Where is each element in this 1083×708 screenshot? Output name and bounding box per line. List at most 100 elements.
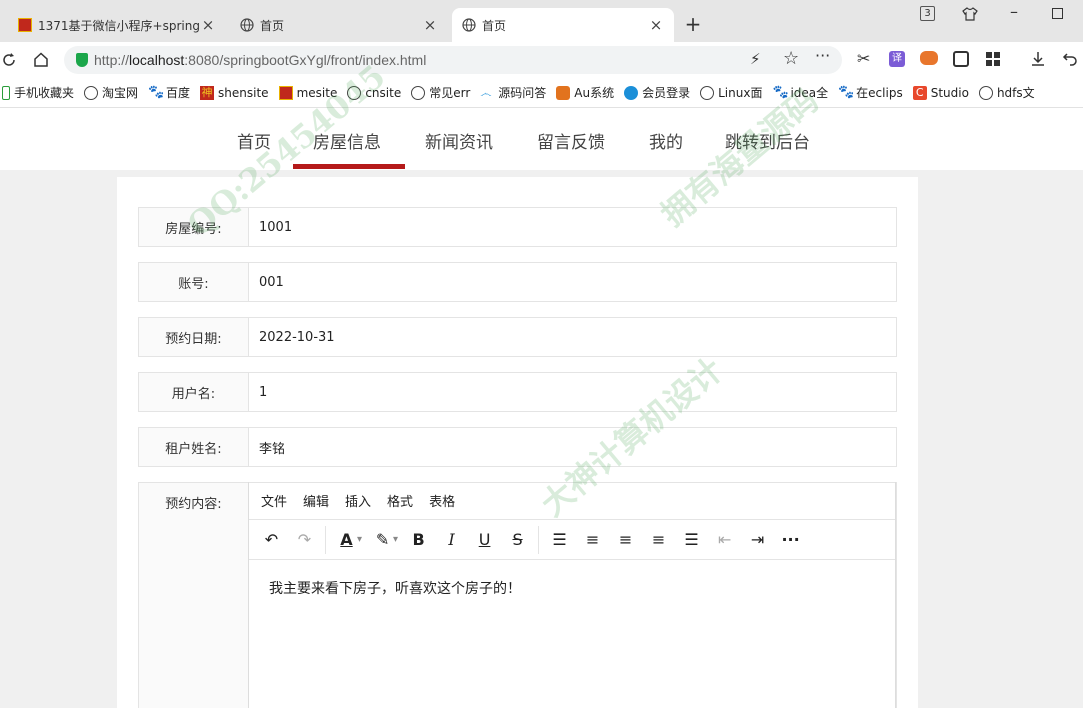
bookmark-label: 源码问答 bbox=[498, 86, 547, 100]
favicon-icon bbox=[18, 18, 32, 32]
field-value[interactable]: 2022-10-31 bbox=[259, 318, 335, 356]
url-path: :8080/springbootGxYgl/front/index.html bbox=[184, 52, 427, 68]
globe-icon bbox=[700, 85, 715, 100]
field-value[interactable]: 1 bbox=[259, 373, 267, 411]
field-value[interactable]: 李铭 bbox=[259, 428, 285, 466]
nav-item-feedback[interactable]: 留言反馈 bbox=[537, 128, 605, 153]
browser-tab-2[interactable]: 首页 × bbox=[230, 8, 448, 42]
close-icon[interactable]: × bbox=[422, 16, 438, 34]
toolbar-divider bbox=[325, 525, 326, 554]
bookmark-item[interactable]: 神 shensite bbox=[200, 85, 269, 100]
home-icon[interactable] bbox=[33, 52, 49, 67]
bookmark-item[interactable]: Au系统 bbox=[556, 84, 614, 101]
nav-item-house-info[interactable]: 房屋信息 bbox=[313, 128, 381, 153]
italic-icon[interactable]: I bbox=[435, 525, 468, 555]
minimize-icon[interactable]: – bbox=[1010, 2, 1018, 21]
toolbar-divider bbox=[538, 525, 540, 554]
swirl-icon: ෴ bbox=[480, 85, 492, 100]
outdent-icon[interactable]: ⇤ bbox=[708, 525, 741, 555]
strikethrough-icon[interactable]: S bbox=[501, 525, 534, 555]
align-right-icon[interactable]: ≡ bbox=[642, 525, 675, 555]
redo-icon[interactable]: ↷ bbox=[288, 525, 321, 555]
globe-icon bbox=[978, 85, 993, 100]
menu-insert[interactable]: 插入 bbox=[345, 491, 371, 510]
menu-table[interactable]: 表格 bbox=[429, 491, 455, 510]
field-label: 房屋编号: bbox=[139, 208, 249, 246]
bookmark-item[interactable]: 会员登录 bbox=[624, 84, 690, 101]
chevron-down-icon[interactable]: ▾ bbox=[357, 534, 362, 545]
more-icon[interactable]: ··· bbox=[815, 46, 830, 65]
nav-item-admin[interactable]: 跳转到后台 bbox=[725, 128, 810, 153]
more-icon[interactable]: ··· bbox=[774, 525, 807, 555]
line-height-icon[interactable]: ☰ bbox=[543, 525, 576, 555]
apps-icon[interactable] bbox=[985, 51, 1001, 67]
form-row-username: 用户名: 1 bbox=[138, 372, 897, 412]
editor-content[interactable]: 我主要来看下房子，听喜欢这个房子的！ bbox=[249, 560, 895, 616]
close-icon[interactable]: × bbox=[200, 16, 216, 34]
nav-item-home[interactable]: 首页 bbox=[237, 128, 271, 153]
menu-format[interactable]: 格式 bbox=[387, 491, 413, 510]
cloud-icon bbox=[624, 85, 639, 100]
field-label: 预约内容: bbox=[139, 483, 249, 708]
align-center-icon[interactable]: ≡ bbox=[609, 525, 642, 555]
browser-tab-3[interactable]: 首页 × bbox=[452, 8, 674, 42]
bookmark-item[interactable]: mesite bbox=[278, 85, 338, 100]
scissors-icon[interactable]: ✂ bbox=[857, 49, 870, 68]
undo-close-icon[interactable] bbox=[1062, 51, 1078, 67]
translate-icon[interactable]: 译 bbox=[889, 51, 905, 67]
bookmark-item[interactable]: 🐾 idea全 bbox=[772, 84, 828, 101]
bookmark-label: Studio bbox=[930, 85, 969, 100]
gamepad-icon[interactable] bbox=[920, 51, 938, 65]
url-host: localhost bbox=[129, 52, 185, 68]
bookmark-item[interactable]: C Studio bbox=[912, 85, 969, 100]
star-icon[interactable]: ☆ bbox=[783, 48, 799, 69]
chevron-down-icon[interactable]: ▾ bbox=[393, 534, 398, 545]
rich-text-editor: 文件 编辑 插入 格式 表格 ↶ ↷ A ▾ ✎ ▾ B I U S ☰ ≡ ≡… bbox=[248, 482, 896, 708]
tab-count-badge[interactable]: 3 bbox=[920, 6, 935, 21]
field-value[interactable]: 1001 bbox=[259, 208, 292, 246]
bookmark-item[interactable]: hdfs文 bbox=[978, 84, 1035, 101]
reader-icon[interactable] bbox=[953, 51, 969, 67]
nav-item-mine[interactable]: 我的 bbox=[649, 128, 683, 153]
bookmark-item[interactable]: 🐾 百度 bbox=[148, 84, 190, 101]
bookmark-label: hdfs文 bbox=[996, 86, 1035, 100]
url-field[interactable]: http://localhost:8080/springbootGxYgl/fr… bbox=[64, 46, 842, 74]
nav-item-news[interactable]: 新闻资讯 bbox=[425, 128, 493, 153]
bookmark-item[interactable]: 🐾 在eclips bbox=[838, 84, 903, 101]
globe-icon bbox=[84, 85, 99, 100]
bookmark-item[interactable]: ෴ 源码问答 bbox=[480, 84, 546, 101]
justify-icon[interactable]: ☰ bbox=[675, 525, 708, 555]
address-bar: http://localhost:8080/springbootGxYgl/fr… bbox=[0, 42, 1083, 78]
bold-icon[interactable]: B bbox=[402, 525, 435, 555]
download-icon[interactable] bbox=[1030, 51, 1046, 67]
browser-tab-1[interactable]: 1371基于微信小程序+spring × bbox=[8, 8, 226, 42]
bookmarks-bar: 手机收藏夹 淘宝网 🐾 百度 神 shensite mesite cnsite 常见… bbox=[0, 78, 1083, 108]
undo-icon[interactable]: ↶ bbox=[255, 525, 288, 555]
close-icon[interactable]: × bbox=[648, 16, 664, 34]
globe-icon bbox=[240, 18, 254, 32]
form-row-tenant-name: 租户姓名: 李铭 bbox=[138, 427, 897, 467]
bookmark-item[interactable]: cnsite bbox=[347, 85, 401, 100]
align-left-icon[interactable]: ≡ bbox=[576, 525, 609, 555]
indent-icon[interactable]: ⇥ bbox=[741, 525, 774, 555]
field-value[interactable]: 001 bbox=[259, 263, 284, 301]
c-icon: C bbox=[912, 85, 927, 100]
site-icon bbox=[278, 85, 293, 100]
menu-edit[interactable]: 编辑 bbox=[303, 491, 329, 510]
globe-icon bbox=[462, 18, 476, 32]
editor-toolbar: ↶ ↷ A ▾ ✎ ▾ B I U S ☰ ≡ ≡ ≡ ☰ ⇤ ⇥ ··· bbox=[249, 520, 895, 560]
bookmark-item[interactable]: 淘宝网 bbox=[84, 84, 138, 101]
bookmark-item[interactable]: 手机收藏夹 bbox=[2, 84, 74, 101]
new-tab-button[interactable]: + bbox=[682, 12, 704, 36]
shirt-icon[interactable] bbox=[962, 7, 978, 21]
field-label: 预约日期: bbox=[139, 318, 249, 356]
reload-icon[interactable] bbox=[2, 53, 16, 67]
bookmark-label: mesite bbox=[296, 85, 338, 100]
lightning-icon[interactable]: ⚡ bbox=[750, 50, 761, 68]
bookmark-item[interactable]: Linux面 bbox=[700, 84, 762, 101]
menu-file[interactable]: 文件 bbox=[261, 491, 287, 510]
bookmark-label: 淘宝网 bbox=[102, 86, 139, 100]
underline-icon[interactable]: U bbox=[468, 525, 501, 555]
maximize-icon[interactable] bbox=[1052, 8, 1063, 19]
bookmark-item[interactable]: 常见err bbox=[411, 84, 470, 101]
